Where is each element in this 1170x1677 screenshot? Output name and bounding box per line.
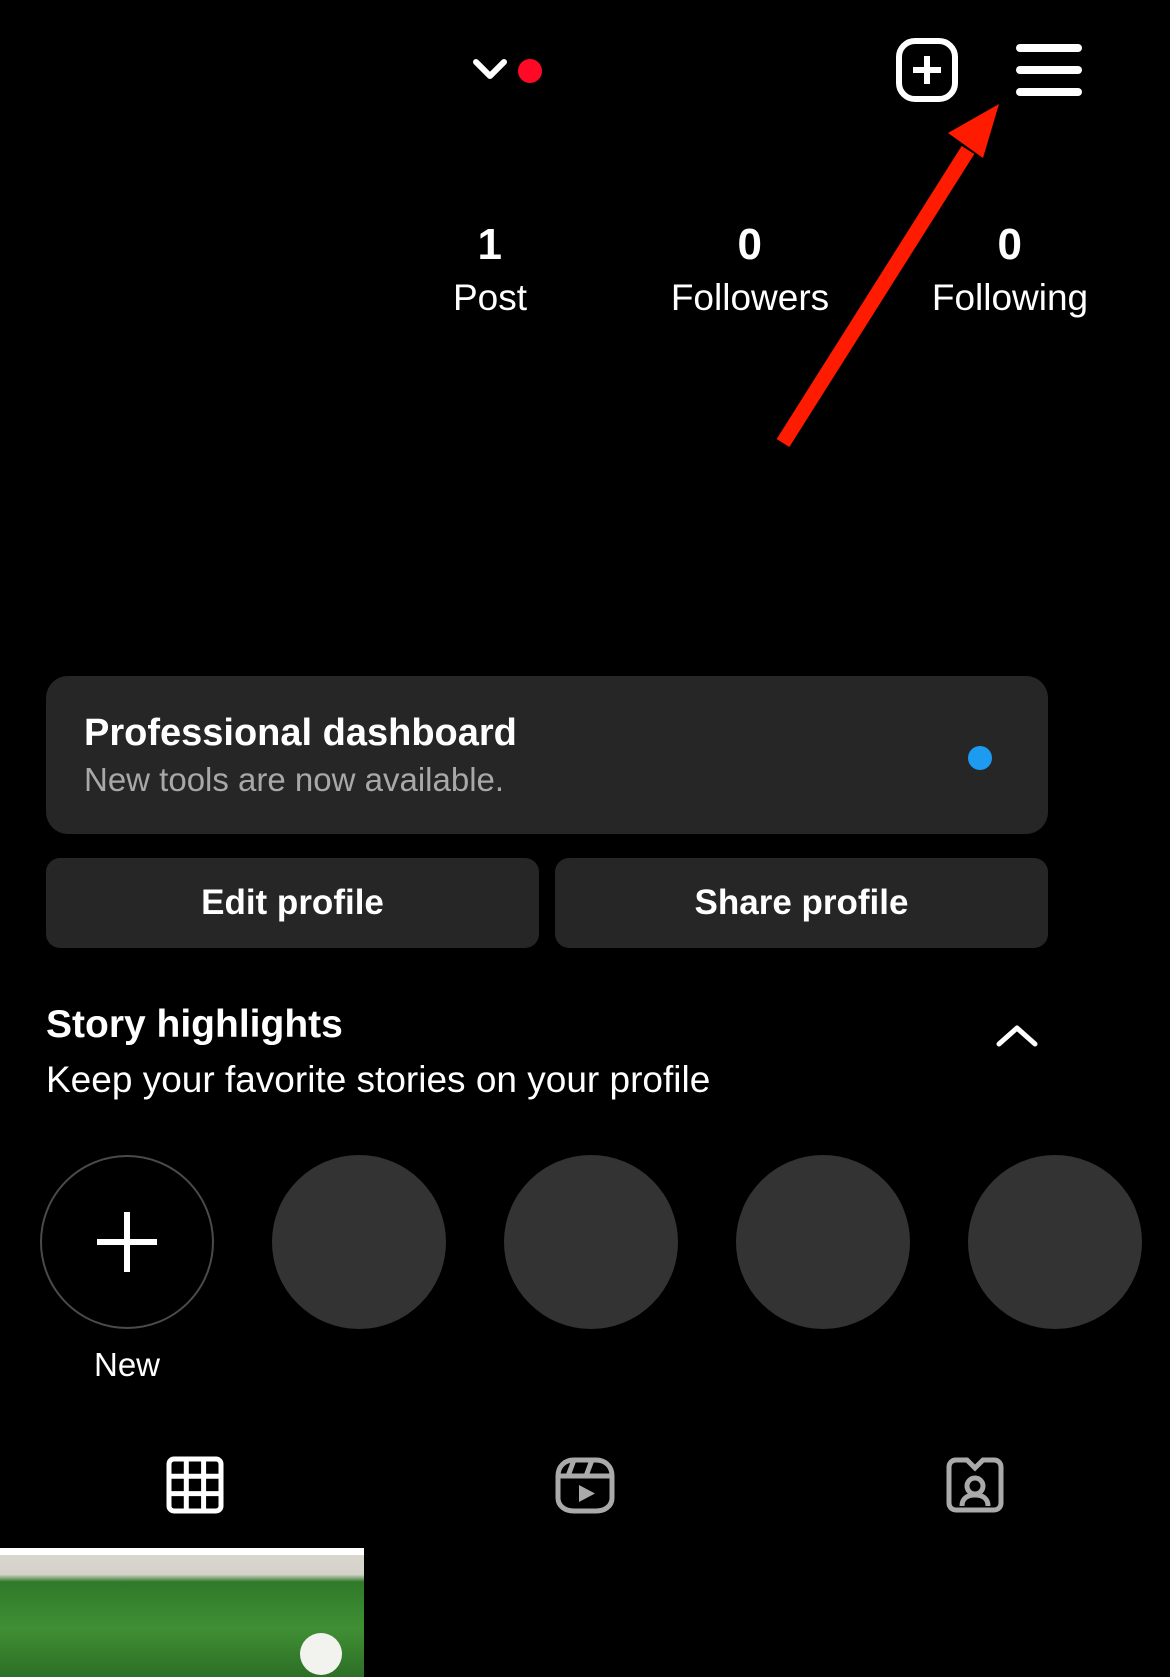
profile-action-buttons: Edit profile Share profile xyxy=(46,858,1048,948)
stat-following[interactable]: 0 Following xyxy=(880,218,1140,324)
stat-label: Following xyxy=(931,277,1089,318)
instagram-profile-screen: 1 Post 0 Followers 0 Following Professio… xyxy=(0,0,1170,1677)
stat-followers[interactable]: 0 Followers xyxy=(620,218,880,324)
grid-icon xyxy=(166,1456,224,1519)
highlight-thumbnail xyxy=(272,1155,446,1329)
add-highlight-icon xyxy=(40,1155,214,1329)
reels-icon xyxy=(552,1454,618,1521)
post-grid-preview xyxy=(0,1548,1170,1677)
chevron-down-icon[interactable] xyxy=(470,52,510,86)
highlight-placeholder[interactable] xyxy=(272,1155,446,1385)
tab-reels[interactable] xyxy=(390,1432,780,1542)
highlight-new[interactable]: New xyxy=(40,1155,214,1385)
tagged-person-icon xyxy=(944,1454,1006,1521)
profile-tab-bar xyxy=(0,1432,1170,1542)
post-thumbnail[interactable] xyxy=(0,1548,364,1677)
hamburger-menu-icon[interactable] xyxy=(1016,44,1082,98)
post-grid-empty xyxy=(776,1548,1140,1677)
post-grid-empty xyxy=(388,1548,752,1677)
highlight-thumbnail xyxy=(968,1155,1142,1329)
highlight-thumbnail xyxy=(736,1155,910,1329)
highlight-thumbnail xyxy=(504,1155,678,1329)
story-highlights-title: Story highlights xyxy=(46,1003,343,1046)
profile-stats: 1 Post 0 Followers 0 Following xyxy=(360,218,1140,324)
stat-label: Followers xyxy=(670,277,830,318)
dashboard-subtitle: New tools are now available. xyxy=(84,761,505,798)
create-post-icon[interactable] xyxy=(896,38,958,102)
dashboard-badge-dot xyxy=(968,746,992,770)
highlight-label: New xyxy=(93,1346,161,1383)
top-bar xyxy=(0,0,1170,140)
stat-posts[interactable]: 1 Post xyxy=(360,218,620,324)
notification-dot xyxy=(518,59,542,83)
stat-label: Post xyxy=(452,277,528,318)
story-highlights-list: New xyxy=(40,1155,1142,1385)
story-highlights-header: Story highlights Keep your favorite stor… xyxy=(46,1000,1056,1106)
post-thumbnail-content xyxy=(300,1633,342,1675)
chevron-up-icon[interactable] xyxy=(994,1022,1040,1052)
edit-profile-button[interactable]: Edit profile xyxy=(46,858,539,948)
tab-grid[interactable] xyxy=(0,1432,390,1542)
dashboard-title: Professional dashboard xyxy=(84,712,517,754)
highlight-placeholder[interactable] xyxy=(504,1155,678,1385)
stat-count: 0 xyxy=(997,220,1023,269)
stat-count: 1 xyxy=(477,220,503,269)
share-profile-button[interactable]: Share profile xyxy=(555,858,1048,948)
stat-count: 0 xyxy=(737,220,763,269)
tab-tagged[interactable] xyxy=(780,1432,1170,1542)
highlight-placeholder[interactable] xyxy=(736,1155,910,1385)
story-highlights-subtitle: Keep your favorite stories on your profi… xyxy=(46,1059,711,1100)
professional-dashboard-card[interactable]: Professional dashboard New tools are now… xyxy=(46,676,1048,834)
highlight-placeholder[interactable] xyxy=(968,1155,1142,1385)
